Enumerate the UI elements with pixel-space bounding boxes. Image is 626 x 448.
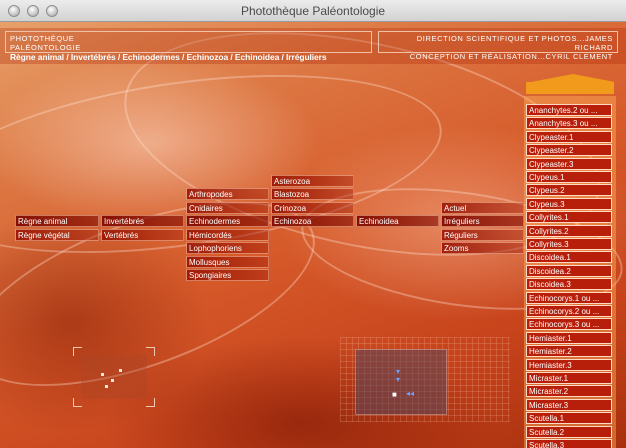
site-title-line2: Paléontologie — [10, 43, 81, 52]
navigator-viewport[interactable] — [81, 355, 147, 399]
menu-item-vertebres[interactable]: Vertébrés — [101, 229, 184, 241]
menu-item-echinozoa[interactable]: Echinozoa — [271, 215, 354, 227]
menu-item-echinodermes[interactable]: Echinodermes — [186, 215, 269, 227]
specimen-item[interactable]: Collyrites.2 — [526, 224, 612, 237]
specimen-item[interactable]: Clypeaster.2 — [526, 144, 612, 157]
app-canvas: Photothèque Paléontologie Direction scie… — [0, 22, 626, 448]
menu-item-invertebres[interactable]: Invertébrés — [101, 215, 184, 227]
menu-item-hemicordes[interactable]: Hémicordés — [186, 229, 269, 241]
menu-item-blastozoa[interactable]: Blastozoa — [271, 188, 354, 200]
specimen-item[interactable]: Ananchytes.3 ou ... — [526, 117, 612, 130]
specimen-item[interactable]: Scutella.2 — [526, 425, 612, 438]
header-right-box: Direction scientifique et photos...James… — [378, 31, 618, 61]
specimen-item[interactable]: Scutella.3 — [526, 439, 612, 448]
menu-item-arthropodes[interactable]: Arthropodes — [186, 188, 269, 200]
image-navigator[interactable] — [73, 347, 155, 407]
radar-display: ▾ ▾ ◂◂ ■ — [340, 337, 510, 422]
specimen-item[interactable]: Echinocorys.1 ou ... — [526, 291, 612, 304]
specimen-item[interactable]: Hemiaster.2 — [526, 345, 612, 358]
marker-icon: ■ — [392, 390, 397, 399]
specimen-item[interactable]: Echinocorys.2 ou ... — [526, 305, 612, 317]
menu-item-lophophoriens[interactable]: Lophophoriens — [186, 242, 269, 254]
menu-item-irreguliers[interactable]: Irréguliers — [441, 215, 524, 227]
specimen-item[interactable]: Echinocorys.3 ou ... — [526, 318, 612, 331]
credits-line2: Conception et réalisation...Cyril Clemen… — [409, 52, 613, 61]
menu-item-spongiaires[interactable]: Spongiaires — [186, 269, 269, 281]
menu-item-crinozoa[interactable]: Crinozoa — [271, 202, 354, 214]
menu-item-regne-vegetal[interactable]: Règne végétal — [15, 229, 99, 241]
specimen-item[interactable]: Scutella.1 — [526, 412, 612, 425]
menu-item-asterozoa[interactable]: Asterozoa — [271, 175, 354, 187]
specimen-item[interactable]: Clypeaster.3 — [526, 157, 612, 170]
specimen-item[interactable]: Hemiaster.1 — [526, 331, 612, 344]
specimen-item[interactable]: Collyrites.1 — [526, 211, 612, 224]
specimen-item[interactable]: Clypeus.2 — [526, 184, 612, 197]
menu-item-echinoidea[interactable]: Echinoidea — [356, 215, 439, 227]
specimen-item[interactable]: Discoidea.3 — [526, 278, 612, 291]
menu-item-reguliers[interactable]: Réguliers — [441, 229, 524, 241]
specimen-item[interactable]: Clypeus.1 — [526, 171, 612, 183]
rewind-icon[interactable]: ◂◂ — [406, 390, 414, 398]
menu-item-regne-animal[interactable]: Règne animal — [15, 215, 99, 227]
scroll-up-arrow-icon[interactable] — [531, 74, 615, 82]
crosshair-icon — [105, 385, 108, 388]
specimen-item[interactable]: Micraster.1 — [526, 372, 612, 384]
radar-screen: ▾ ▾ ◂◂ ■ — [355, 349, 447, 415]
menu-item-mollusques[interactable]: Mollusques — [186, 256, 269, 268]
window-title: Photothèque Paléontologie — [240, 4, 386, 18]
site-title-line1: Photothèque — [10, 34, 75, 43]
menu-item-actuel[interactable]: Actuel — [441, 202, 524, 214]
specimen-item[interactable]: Collyrites.3 — [526, 238, 612, 250]
credits-line1: Direction scientifique et photos...James… — [416, 34, 613, 52]
menu-item-zooms[interactable]: Zooms — [441, 242, 524, 254]
specimen-item[interactable]: Hemiaster.3 — [526, 358, 612, 371]
specimen-item[interactable]: Micraster.3 — [526, 398, 612, 411]
crosshair-icon — [111, 379, 114, 382]
specimen-item[interactable]: Discoidea.2 — [526, 264, 612, 277]
breadcrumb: Règne animal / Invertébrés / Echinoderme… — [10, 52, 327, 62]
crosshair-icon — [119, 369, 122, 372]
specimen-item[interactable]: Micraster.2 — [526, 385, 612, 398]
chevron-down-icon[interactable]: ▾ — [396, 376, 400, 384]
crosshair-icon — [101, 373, 104, 376]
header-left-box: Photothèque Paléontologie — [5, 31, 372, 53]
specimen-item[interactable]: Clypeus.3 — [526, 197, 612, 210]
scroll-up-button[interactable] — [526, 82, 614, 94]
window-titlebar: Photothèque Paléontologie — [0, 0, 626, 22]
specimen-item[interactable]: Ananchytes.2 ou ... — [526, 104, 612, 116]
specimen-item[interactable]: Discoidea.1 — [526, 251, 612, 264]
menu-item-cnidaires[interactable]: Cnidaires — [186, 202, 269, 214]
specimen-item[interactable]: Clypeaster.1 — [526, 130, 612, 143]
